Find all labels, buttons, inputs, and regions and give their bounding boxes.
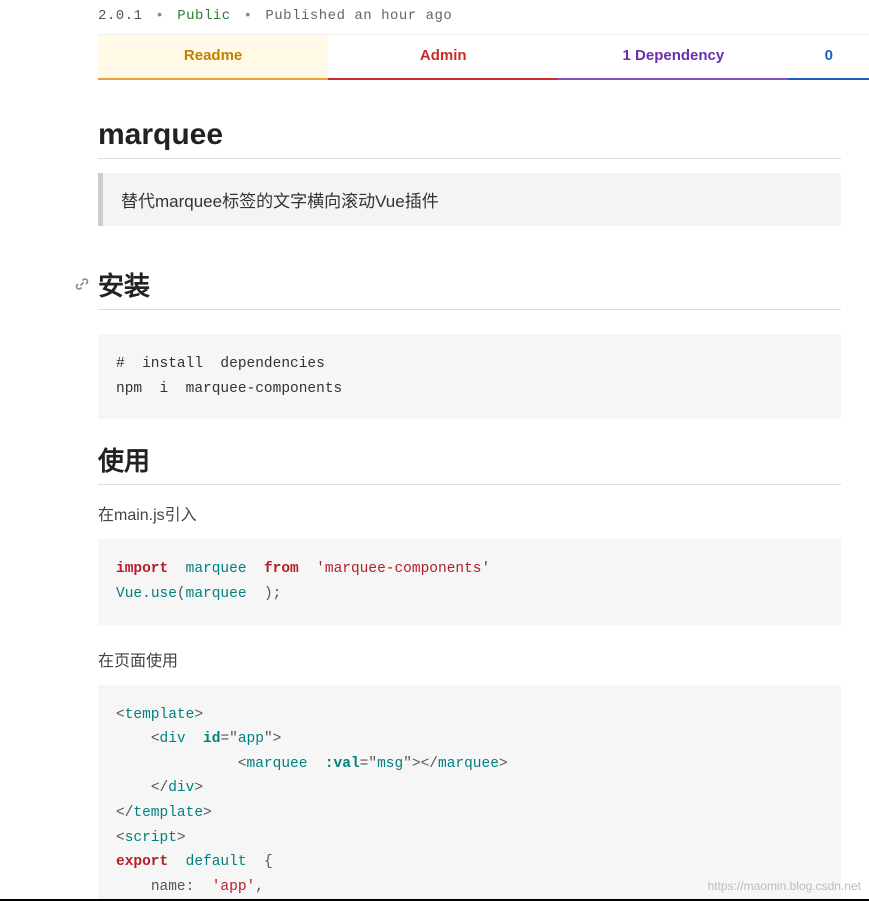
version-text: 2.0.1 xyxy=(98,8,143,24)
q: " xyxy=(264,731,273,747)
install-code: # install dependencies npm i marquee-com… xyxy=(98,334,841,419)
paren-close: ); xyxy=(264,586,281,602)
kw-import: import xyxy=(116,561,168,577)
tag-marquee: marquee xyxy=(438,756,499,772)
sp xyxy=(307,756,324,772)
gt: > xyxy=(203,805,212,821)
tag-div: div xyxy=(160,731,186,747)
package-meta: 2.0.1 • Public • Published an hour ago xyxy=(98,0,869,34)
lt-slash: </ xyxy=(421,756,438,772)
tab-admin-label: Admin xyxy=(420,47,467,64)
eq: = xyxy=(220,731,229,747)
lt: < xyxy=(151,731,160,747)
brace: { xyxy=(247,854,273,870)
tab-dependencies[interactable]: 1 Dependency xyxy=(558,35,788,80)
gt: > xyxy=(177,830,186,846)
lt: < xyxy=(116,707,125,723)
paren-open: ( xyxy=(177,586,186,602)
pad xyxy=(116,879,151,895)
usage-intro-1: 在main.js引入 xyxy=(98,501,841,525)
comma: , xyxy=(255,879,264,895)
dot: . xyxy=(142,586,151,602)
attr-val: :val xyxy=(325,756,360,772)
tag-marquee: marquee xyxy=(247,756,308,772)
val-app: app xyxy=(238,731,264,747)
gt: > xyxy=(499,756,508,772)
pad xyxy=(116,756,238,772)
val-app: 'app' xyxy=(212,879,256,895)
kw-export: export xyxy=(116,854,168,870)
lt-slash: </ xyxy=(151,780,168,796)
published-text: Published an hour ago xyxy=(265,8,452,24)
lt: < xyxy=(116,830,125,846)
tag-script: script xyxy=(125,830,177,846)
lt: < xyxy=(238,756,247,772)
arg-marquee: marquee xyxy=(186,586,264,602)
kw-from: from xyxy=(264,561,299,577)
readme-title: marquee xyxy=(98,118,841,159)
pad xyxy=(116,731,151,747)
install-header: 安装 xyxy=(98,266,841,310)
q: " xyxy=(403,756,412,772)
tabs-row: Readme Admin 1 Dependency 0 xyxy=(98,34,869,80)
visibility-text: Public xyxy=(177,8,230,24)
gt: > xyxy=(194,780,203,796)
lt-slash: </ xyxy=(116,805,133,821)
tab-deps-label: 1 Dependency xyxy=(623,47,725,64)
dot-separator: • xyxy=(155,8,164,24)
gt: > xyxy=(273,731,282,747)
tab-count-label: 0 xyxy=(825,47,833,64)
ident-vue: Vue xyxy=(116,586,142,602)
dot-separator: • xyxy=(244,8,253,24)
tab-admin[interactable]: Admin xyxy=(328,35,558,80)
tag-template: template xyxy=(125,707,195,723)
tab-next-count[interactable]: 0 xyxy=(788,35,869,80)
kw-default: default xyxy=(186,854,247,870)
import-code: import marquee from 'marquee-components'… xyxy=(98,539,841,624)
attr-id: id xyxy=(203,731,220,747)
sp xyxy=(194,879,211,895)
usage-intro-2: 在页面使用 xyxy=(98,647,841,671)
usage-header: 使用 xyxy=(98,441,841,485)
tab-readme-label: Readme xyxy=(184,47,242,64)
q: " xyxy=(229,731,238,747)
prop-name: name: xyxy=(151,879,195,895)
val-msg: msg xyxy=(377,756,403,772)
ident-use: use xyxy=(151,586,177,602)
tag-div: div xyxy=(168,780,194,796)
sp xyxy=(186,731,203,747)
gt: > xyxy=(194,707,203,723)
readme-content: marquee 替代marquee标签的文字横向滚动Vue插件 安装 # ins… xyxy=(98,80,841,901)
tab-readme[interactable]: Readme xyxy=(98,35,328,80)
pad xyxy=(116,780,151,796)
str-pkg: 'marquee-components' xyxy=(316,561,490,577)
template-code: <template> <div id="app"> <marquee :val=… xyxy=(98,685,841,901)
ident-marquee: marquee xyxy=(186,561,247,577)
readme-quote: 替代marquee标签的文字横向滚动Vue插件 xyxy=(98,173,841,226)
gt: > xyxy=(412,756,421,772)
q: " xyxy=(368,756,377,772)
link-icon[interactable] xyxy=(74,275,92,293)
tag-template: template xyxy=(133,805,203,821)
